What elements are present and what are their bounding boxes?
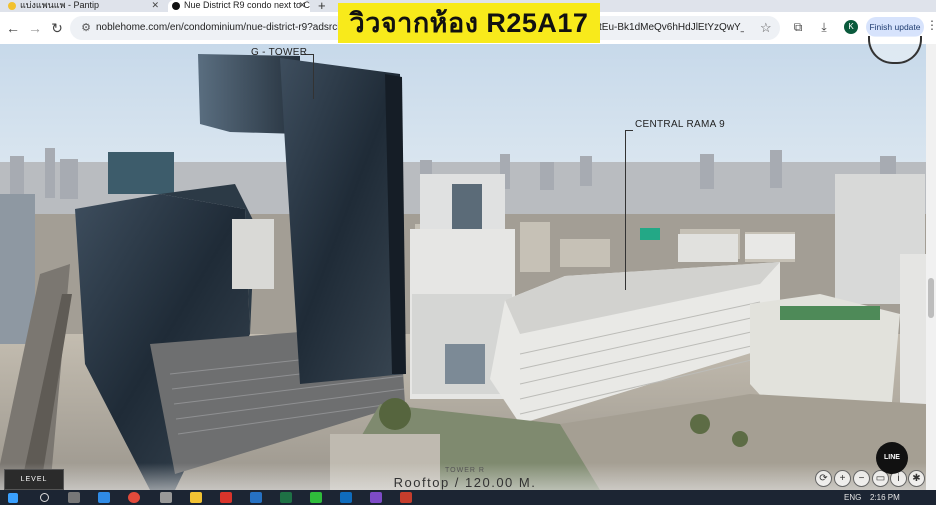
- app-icon[interactable]: [370, 492, 382, 503]
- powerpoint-icon[interactable]: [400, 492, 412, 503]
- rotate-icon[interactable]: ⟳: [815, 470, 832, 487]
- search-icon[interactable]: [40, 493, 49, 502]
- bookmark-star-icon[interactable]: ☆: [760, 20, 772, 36]
- file-explorer-icon[interactable]: [190, 492, 202, 503]
- url-right-part: xtEu-Bk1dMeQv6hHdJlEtYzQwY_3NIIA-...: [594, 22, 744, 33]
- level-button[interactable]: LEVEL: [4, 469, 64, 490]
- profile-avatar[interactable]: K: [844, 20, 858, 34]
- task-view-icon[interactable]: [68, 492, 80, 503]
- tab-title: แบ่งแพนแพ - Pantip: [20, 0, 100, 10]
- url-left-part: noblehome.com/en/condominium/nue-distric…: [96, 22, 341, 33]
- tab-pantip[interactable]: แบ่งแพนแพ - Pantip ✕: [8, 0, 163, 12]
- g-tower-leader-line: [313, 54, 314, 99]
- settings-icon[interactable]: ✱: [908, 470, 925, 487]
- extensions-icon[interactable]: ⧉: [790, 19, 806, 35]
- app-icon[interactable]: [160, 492, 172, 503]
- reload-button[interactable]: ↻: [48, 19, 66, 37]
- pantip-favicon-icon: [8, 1, 16, 10]
- clock[interactable]: 2:16 PM: [870, 491, 900, 504]
- tab-title: Nue District R9 condo next to C: [184, 0, 310, 10]
- floor-height-label: Rooftop / 120.00 M.: [393, 475, 537, 490]
- windows-start-icon[interactable]: [8, 493, 18, 503]
- noble-favicon-icon: [172, 1, 180, 10]
- panorama-viewport[interactable]: G - TOWER CENTRAL RAMA 9: [0, 44, 926, 490]
- line-app-icon[interactable]: [310, 492, 322, 503]
- app-icon[interactable]: [220, 492, 232, 503]
- scrollbar-thumb[interactable]: [928, 278, 934, 318]
- central-rama9-leader-cap: [625, 130, 633, 131]
- forward-button[interactable]: →: [26, 19, 44, 37]
- finish-update-button[interactable]: Finish update: [866, 17, 924, 37]
- tab-nue-district[interactable]: Nue District R9 condo next to C ✕: [168, 0, 310, 12]
- language-indicator[interactable]: ENG: [844, 491, 861, 504]
- central-rama9-leader-line: [625, 130, 626, 290]
- zoom-out-icon[interactable]: −: [853, 470, 870, 487]
- mail-icon[interactable]: [250, 492, 262, 503]
- central-rama9-label: CENTRAL RAMA 9: [635, 119, 725, 130]
- windows-taskbar: ENG 2:16 PM: [0, 490, 936, 505]
- line-chat-button[interactable]: LINE: [876, 442, 908, 474]
- menu-icon[interactable]: ⋮: [926, 18, 936, 32]
- tower-name-label: TOWER R: [445, 467, 485, 474]
- excel-icon[interactable]: [280, 492, 292, 503]
- site-info-icon[interactable]: ⚙: [79, 21, 93, 35]
- zoom-in-icon[interactable]: +: [834, 470, 851, 487]
- download-icon[interactable]: ⤓: [816, 19, 832, 35]
- room-view-banner: วิวจากห้อง R25A17: [338, 3, 600, 43]
- page-scrollbar[interactable]: [926, 44, 936, 490]
- g-tower-label: G - TOWER: [251, 47, 308, 58]
- back-button[interactable]: ←: [4, 19, 22, 37]
- edge-icon[interactable]: [98, 492, 110, 503]
- city-panorama-image: [0, 54, 926, 490]
- chrome-icon[interactable]: [128, 492, 140, 503]
- outlook-icon[interactable]: [340, 492, 352, 503]
- close-tab-icon[interactable]: ✕: [151, 0, 159, 10]
- close-tab-icon[interactable]: ✕: [298, 0, 306, 10]
